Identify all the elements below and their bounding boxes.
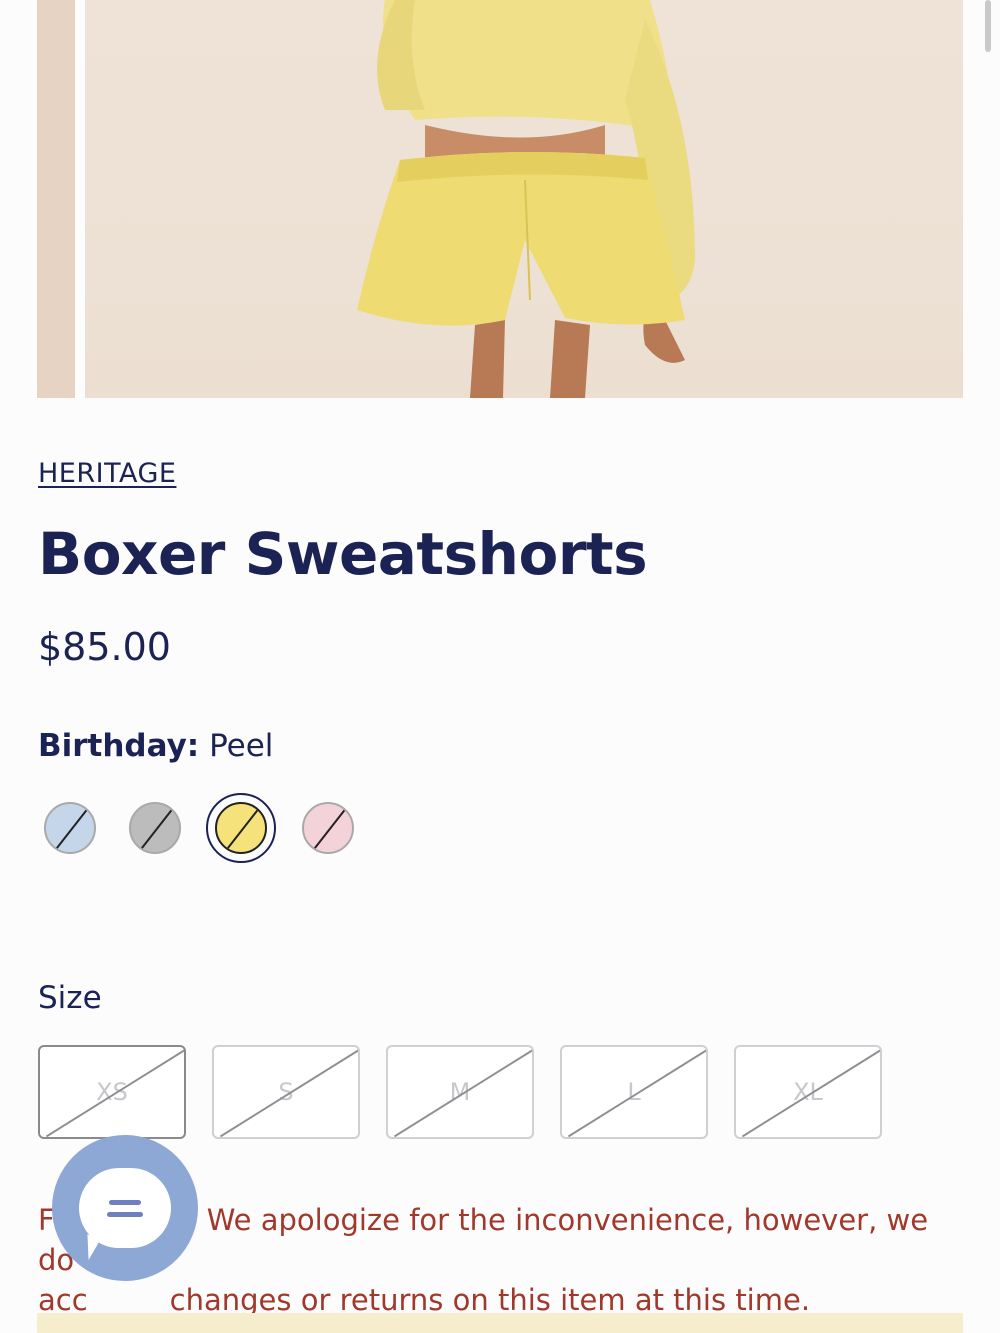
size-option-label: XS [96,1078,128,1106]
unavailable-slash [309,805,349,852]
size-option-label: L [627,1078,641,1106]
color-label: Birthday: Peel [38,728,273,764]
notice-line-2-start: acc [38,1283,88,1317]
next-section-peek [37,1313,963,1333]
size-label: Size [38,980,102,1016]
size-options: XS S M L XL [38,1045,898,1140]
size-option-s[interactable]: S [212,1045,360,1139]
size-option-label: S [278,1078,294,1106]
product-gallery [37,0,963,398]
chat-launcher-button[interactable] [52,1135,198,1281]
page-scrollbar[interactable] [985,0,991,52]
size-option-m[interactable]: M [386,1045,534,1139]
chat-icon-line [109,1199,141,1205]
size-option-l[interactable]: L [560,1045,708,1139]
unavailable-slash [222,805,262,852]
color-swatch[interactable] [129,802,181,854]
previous-image-peek[interactable] [37,0,75,398]
size-option-label: XL [793,1078,823,1106]
notice-line-2-end: changes or returns on this item at this … [169,1283,811,1317]
size-option-label: M [449,1078,471,1106]
color-group-label: Birthday: [38,728,200,764]
unavailable-slash [136,805,176,852]
chat-bubble-icon [79,1168,171,1248]
chat-icon-line [107,1211,143,1217]
brand-link[interactable]: HERITAGE [38,458,176,489]
product-title: Boxer Sweatshorts [38,520,648,588]
size-option-xs[interactable]: XS [38,1045,186,1139]
product-photo[interactable] [85,0,963,398]
selected-color-name: Peel [209,728,274,764]
color-swatches [38,793,438,868]
color-swatch[interactable] [44,802,96,854]
product-price: $85.00 [38,625,171,669]
color-swatch-selected[interactable] [215,802,267,854]
product-page: HERITAGE Boxer Sweatshorts $85.00 Birthd… [0,0,1000,1333]
size-option-xl[interactable]: XL [734,1045,882,1139]
color-swatch[interactable] [302,802,354,854]
unavailable-slash [51,805,91,852]
